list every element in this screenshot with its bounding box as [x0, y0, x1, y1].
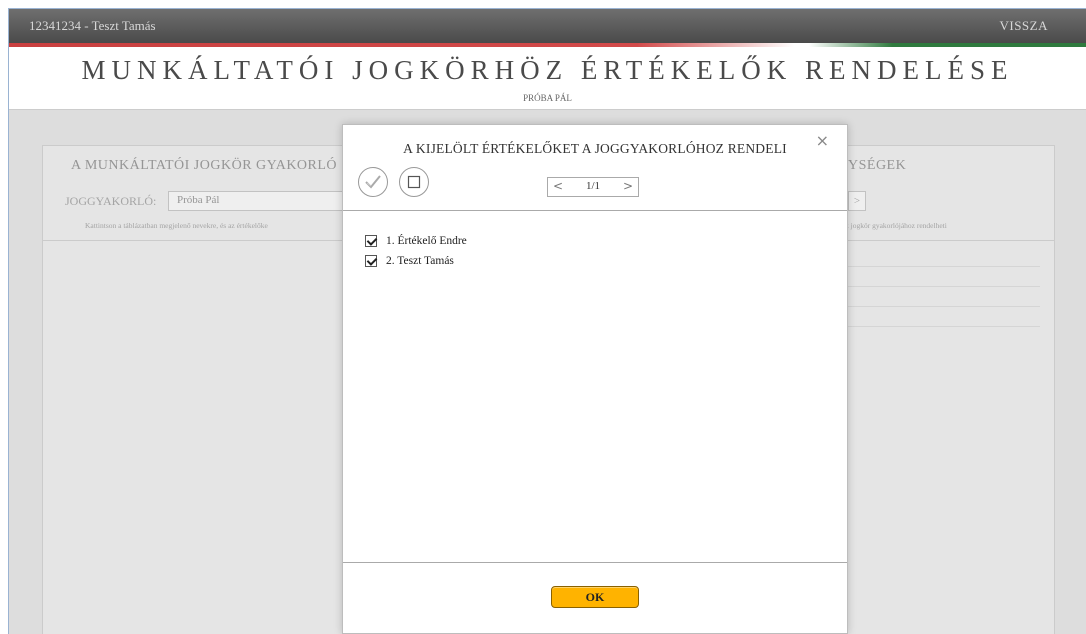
- assign-dialog: A KIJELÖLT ÉRTÉKELŐKET A JOGGYAKORLÓHOZ …: [342, 124, 848, 634]
- close-icon[interactable]: ×: [816, 131, 829, 150]
- header-stripe-red: [9, 43, 794, 47]
- list-item[interactable]: 1. Értékelő Endre: [365, 235, 467, 247]
- pager: < 1/1 >: [547, 177, 639, 197]
- item-checkbox[interactable]: [365, 255, 377, 267]
- top-bar: 12341234 - Teszt Tamás VISSZA: [9, 9, 1086, 43]
- check-circle-icon: [365, 175, 381, 189]
- square-circle-icon: [407, 175, 421, 189]
- dialog-divider-bottom: [343, 562, 847, 563]
- dialog-divider-top: [343, 210, 847, 211]
- page-subtitle: PRÓBA PÁL: [523, 93, 572, 103]
- select-all-button[interactable]: [358, 167, 388, 197]
- ok-button[interactable]: OK: [551, 586, 639, 608]
- select-none-button[interactable]: [399, 167, 429, 197]
- list-item[interactable]: 2. Teszt Tamás: [365, 255, 454, 267]
- app-window: 12341234 - Teszt Tamás VISSZA MUNKÁLTATÓ…: [8, 8, 1086, 634]
- header-stripe-green: [809, 43, 1086, 47]
- current-user: 12341234 - Teszt Tamás: [29, 18, 156, 33]
- item-label: 2. Teszt Tamás: [386, 255, 454, 267]
- item-checkbox[interactable]: [365, 235, 377, 247]
- pager-next-button[interactable]: >: [623, 179, 633, 193]
- page-title: MUNKÁLTATÓI JOGKÖRHÖZ ÉRTÉKELŐK RENDELÉS…: [81, 55, 1014, 85]
- item-label: 1. Értékelő Endre: [386, 235, 467, 247]
- back-link[interactable]: VISSZA: [999, 18, 1048, 34]
- dialog-title: A KIJELÖLT ÉRTÉKELŐKET A JOGGYAKORLÓHOZ …: [403, 141, 787, 156]
